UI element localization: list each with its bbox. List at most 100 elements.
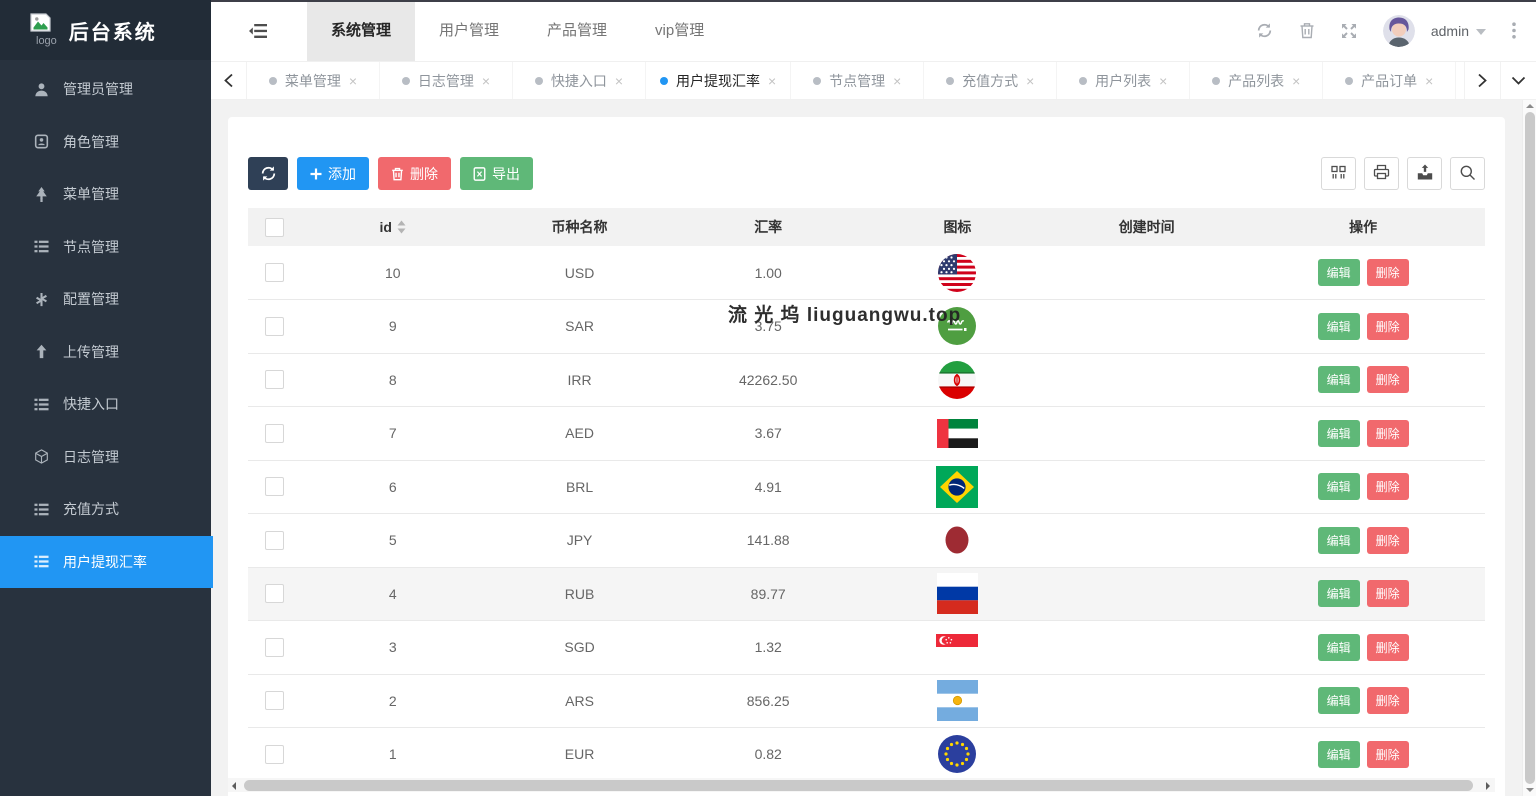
row-delete-button[interactable]: 删除 (1366, 366, 1409, 394)
row-checkbox[interactable] (264, 423, 284, 443)
sidebar-item[interactable]: 配置管理 (0, 273, 211, 326)
edit-button[interactable]: 编辑 (1317, 419, 1360, 447)
vertical-scrollbar-thumb[interactable] (1524, 112, 1535, 784)
row-checkbox[interactable] (264, 316, 284, 336)
row-delete-button[interactable]: 删除 (1366, 419, 1409, 447)
sidebar-item[interactable]: 角色管理 (0, 116, 211, 169)
horizontal-scrollbar-thumb[interactable] (244, 779, 1473, 791)
topnav-item[interactable]: 产品管理 (523, 0, 631, 61)
page-tab[interactable]: 菜单管理 × (247, 62, 380, 99)
more-menu-icon[interactable] (1512, 22, 1516, 39)
tab-close-icon[interactable]: × (349, 73, 357, 89)
row-checkbox[interactable] (264, 637, 284, 657)
scroll-up-arrow-icon[interactable] (1525, 104, 1534, 108)
table-refresh-button[interactable] (248, 157, 288, 190)
row-checkbox[interactable] (264, 530, 284, 550)
tab-close-icon[interactable]: × (1425, 73, 1433, 89)
tab-status-dot (1212, 76, 1221, 85)
row-checkbox[interactable] (264, 370, 284, 390)
table-row: 6 BRL 4.91 编辑 删除 (248, 460, 1485, 514)
row-delete-button[interactable]: 删除 (1366, 633, 1409, 661)
table-header-row: id 币种名称 汇率 图标 创建时间 操作 (248, 208, 1485, 246)
tabs-menu-icon[interactable] (1500, 62, 1536, 99)
page-tab[interactable]: 快捷入口 × (513, 62, 646, 99)
sidebar-item[interactable]: 用户提现汇率 (0, 535, 213, 588)
tab-close-icon[interactable]: × (768, 73, 776, 89)
row-delete-button[interactable]: 删除 (1366, 687, 1409, 715)
sidebar-item[interactable]: 菜单管理 (0, 168, 211, 221)
avatar[interactable] (1382, 14, 1415, 47)
tab-close-icon[interactable]: × (615, 73, 623, 89)
row-checkbox[interactable] (264, 263, 284, 282)
currency-flag-icon (938, 253, 977, 292)
vertical-scrollbar[interactable] (1522, 100, 1536, 796)
row-delete-button[interactable]: 删除 (1366, 473, 1409, 501)
sidebar-item[interactable]: 管理员管理 (0, 63, 211, 116)
row-checkbox[interactable] (264, 691, 284, 711)
row-checkbox[interactable] (264, 584, 284, 604)
select-all-checkbox[interactable] (264, 217, 284, 237)
fullscreen-icon[interactable] (1341, 23, 1357, 39)
edit-button[interactable]: 编辑 (1317, 366, 1360, 394)
add-button[interactable]: 添加 (297, 157, 369, 190)
row-delete-button[interactable]: 删除 (1366, 580, 1409, 608)
logo: logo (30, 13, 57, 47)
edit-button[interactable]: 编辑 (1317, 687, 1360, 715)
cell-rate: 4.91 (673, 460, 863, 514)
page-tab[interactable]: 产品列表 × (1190, 62, 1324, 99)
edit-button[interactable]: 编辑 (1317, 473, 1360, 501)
scroll-left-arrow-icon[interactable] (228, 778, 242, 792)
edit-button[interactable]: 编辑 (1317, 580, 1360, 608)
edit-button[interactable]: 编辑 (1317, 633, 1360, 661)
top-edge-line (211, 0, 1536, 2)
topnav-item[interactable]: 用户管理 (415, 0, 523, 61)
tab-label: 节点管理 (829, 72, 886, 89)
search-toggle-button[interactable] (1450, 157, 1485, 190)
export-data-button[interactable] (1407, 157, 1442, 190)
row-delete-button[interactable]: 删除 (1366, 740, 1409, 768)
sidebar-item[interactable]: 充值方式 (0, 483, 211, 536)
delete-button[interactable]: 删除 (378, 157, 451, 190)
edit-button[interactable]: 编辑 (1317, 259, 1360, 286)
column-header-id[interactable]: id (380, 219, 392, 235)
scroll-down-arrow-icon[interactable] (1525, 788, 1534, 792)
tab-close-icon[interactable]: × (1292, 73, 1300, 89)
topnav-item[interactable]: 系统管理 (307, 0, 416, 61)
page-tab[interactable]: 用户提现汇率 × (646, 62, 792, 99)
tabs-scroll-left-icon[interactable] (211, 62, 247, 99)
row-delete-button[interactable]: 删除 (1366, 312, 1409, 340)
sidebar-item[interactable]: 上传管理 (0, 326, 211, 379)
tab-close-icon[interactable]: × (482, 73, 490, 89)
row-checkbox[interactable] (264, 477, 284, 497)
edit-button[interactable]: 编辑 (1317, 740, 1360, 768)
row-delete-button[interactable]: 删除 (1366, 259, 1409, 286)
page-tab[interactable]: 充值方式 × (924, 62, 1058, 99)
user-menu[interactable]: admin (1431, 23, 1486, 39)
sidebar-collapse-icon[interactable] (249, 23, 267, 38)
edit-button[interactable]: 编辑 (1317, 526, 1360, 554)
export-button[interactable]: 导出 (460, 157, 533, 190)
trash-icon[interactable] (1299, 22, 1315, 39)
scroll-right-arrow-icon[interactable] (1481, 778, 1495, 792)
row-checkbox[interactable] (264, 744, 284, 764)
edit-button[interactable]: 编辑 (1317, 312, 1360, 340)
sort-icon[interactable] (397, 220, 406, 234)
sidebar-item[interactable]: 快捷入口 (0, 378, 211, 431)
refresh-icon[interactable] (1256, 22, 1273, 39)
tab-close-icon[interactable]: × (1026, 73, 1034, 89)
print-button[interactable] (1364, 157, 1399, 190)
topnav-item[interactable]: vip管理 (631, 0, 728, 61)
page-tab[interactable]: 用户列表 × (1057, 62, 1191, 99)
columns-toggle-button[interactable] (1321, 157, 1356, 190)
tab-close-icon[interactable]: × (1159, 73, 1167, 89)
tabs-scroll-right-icon[interactable] (1464, 62, 1500, 99)
sidebar-item[interactable]: 节点管理 (0, 221, 211, 274)
sidebar-item[interactable]: 日志管理 (0, 431, 211, 484)
tab-close-icon[interactable]: × (893, 73, 901, 89)
horizontal-scrollbar[interactable] (228, 778, 1495, 792)
page-tab[interactable]: 日志管理 × (380, 62, 513, 99)
page-tab[interactable]: 节点管理 × (791, 62, 925, 99)
currency-flag-icon (942, 522, 972, 558)
page-tab[interactable]: 产品订单 × (1323, 62, 1457, 99)
row-delete-button[interactable]: 删除 (1366, 526, 1409, 554)
